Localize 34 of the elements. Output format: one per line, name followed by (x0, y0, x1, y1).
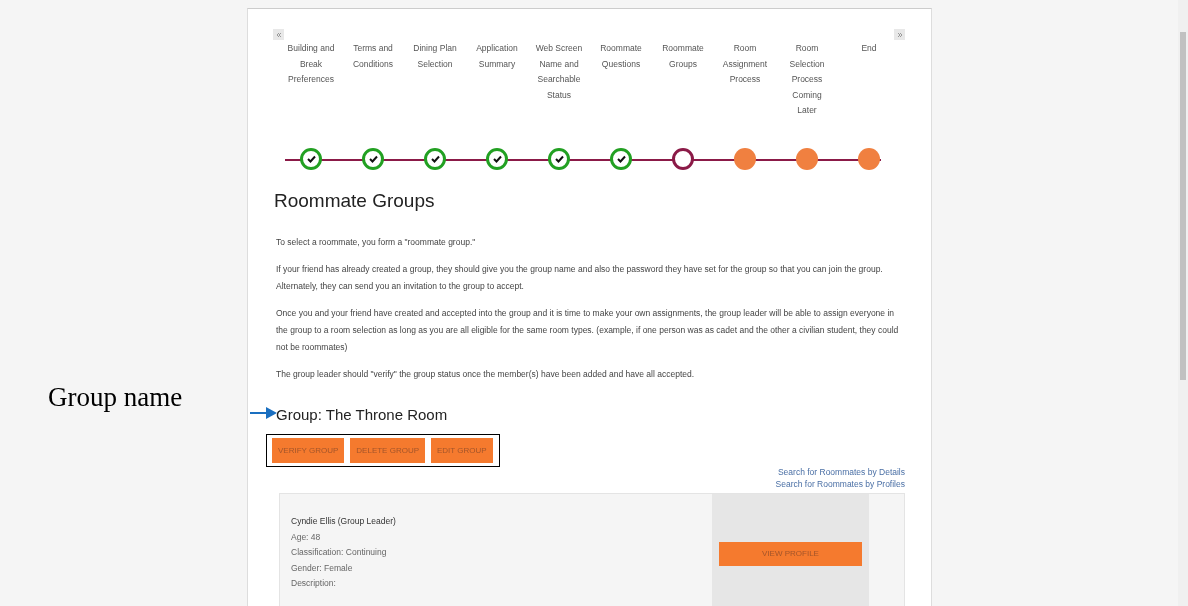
step-label[interactable]: Building and Break Preferences (287, 41, 335, 88)
step-label[interactable]: Room Selection Process Coming Later (783, 41, 831, 119)
double-chevron-left-icon (275, 31, 282, 38)
member-name: Cyndie Ellis (Group Leader) (291, 515, 397, 528)
double-chevron-right-icon (896, 31, 903, 38)
arrow-icon (250, 405, 278, 420)
page-heading: Roommate Groups (274, 189, 436, 213)
checkmark-icon (492, 155, 502, 163)
step-label[interactable]: Roommate Questions (597, 41, 645, 72)
checkmark-icon (554, 155, 564, 163)
step-label[interactable]: Web Screen Name and Searchable Status (535, 41, 583, 103)
step-label[interactable]: End (845, 41, 893, 57)
member-detail: Description: (291, 577, 337, 590)
checkmark-icon (368, 155, 378, 163)
step-label[interactable]: Room Assignment Process (721, 41, 769, 88)
paragraph: Once you and your friend have created and accepted into the group and it is time to make your own assignments, the group leader will be able to assign everyone in the group to a room selection as long as you are all eligible for the same room types. (example, if one person was as cadet and the other a civilian student, they could not be roommates) (276, 306, 900, 354)
group-title: Group: The Throne Room (276, 404, 449, 425)
member-detail: Age: 48 (291, 530, 322, 544)
checkmark-icon (306, 155, 316, 163)
search-link[interactable]: Search for Roommates by Profiles (775, 478, 905, 490)
step-label[interactable]: Dining Plan Selection (411, 41, 459, 72)
annotation-label: Group name (48, 384, 183, 411)
scrollbar[interactable] (1178, 0, 1188, 606)
paragraph: The group leader should "verify" the group status once the member(s) have been added and have all accepted. (276, 367, 696, 381)
paragraph: If your friend has already created a group, they should give you the group name and also the password they have set for the group so that you can join the group. Alternately, they can send you an invitation to the group to accept. (276, 262, 884, 293)
member-detail: Classification: Continuing (291, 546, 388, 559)
paragraph: To select a roommate, you form a "roommate group." (276, 235, 477, 249)
step-label[interactable]: Application Summary (473, 41, 521, 72)
checkmark-icon (616, 155, 626, 163)
step-label[interactable]: Terms and Conditions (349, 41, 397, 72)
search-link[interactable]: Search for Roommates by Details (777, 466, 905, 478)
member-detail: Gender: Female (291, 561, 354, 575)
checkmark-icon (430, 155, 440, 163)
step-label[interactable]: Roommate Groups (659, 41, 707, 72)
